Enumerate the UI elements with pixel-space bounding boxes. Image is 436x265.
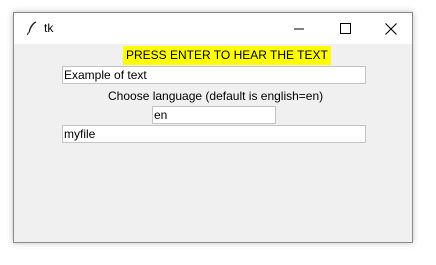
filename-entry[interactable] — [62, 125, 366, 143]
feather-icon — [24, 20, 40, 36]
title-bar[interactable]: tk — [14, 13, 412, 44]
language-entry[interactable] — [152, 106, 276, 124]
tk-window: tk PRESS ENTER TO HEAR THE TEXT Choose l… — [13, 12, 413, 243]
maximize-button[interactable] — [322, 13, 368, 44]
window-title: tk — [44, 21, 54, 35]
maximize-icon — [339, 23, 351, 34]
minimize-icon — [294, 28, 304, 29]
close-button[interactable] — [368, 13, 412, 44]
instruction-label: PRESS ENTER TO HEAR THE TEXT — [123, 46, 331, 65]
language-label: Choose language (default is english=en) — [108, 89, 324, 103]
minimize-button[interactable] — [276, 13, 322, 44]
window-content: PRESS ENTER TO HEAR THE TEXT Choose lang… — [14, 44, 412, 242]
close-icon — [385, 22, 397, 35]
text-entry[interactable] — [62, 66, 366, 84]
